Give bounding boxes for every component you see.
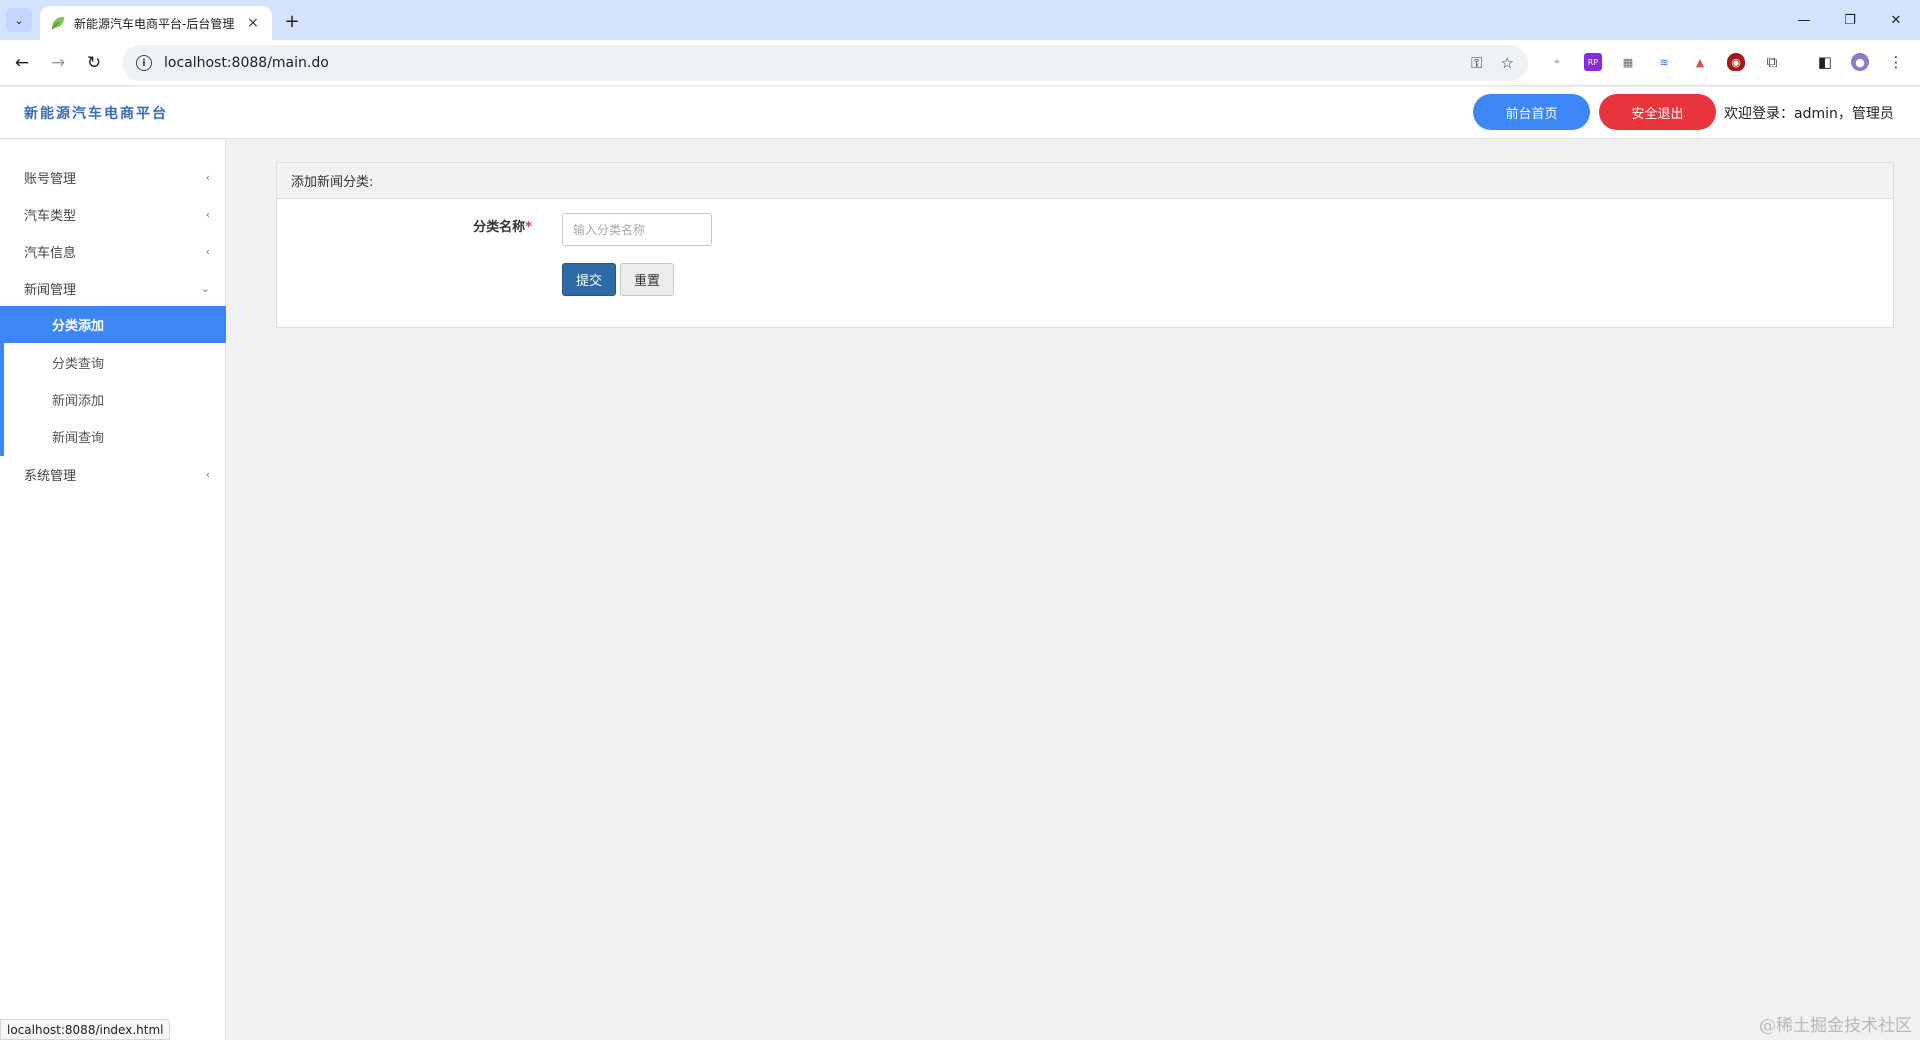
extension-layers-icon[interactable]: ≋ [1655,53,1673,71]
extension-rp-icon[interactable]: RP [1584,53,1602,71]
address-bar[interactable]: i localhost:8088/main.do ⚿ ☆ [122,45,1528,81]
bookmark-star-icon[interactable]: ☆ [1501,54,1514,72]
sidebar-item-label: 账号管理 [24,172,77,187]
sidebar-item-label: 系统管理 [24,469,77,484]
sidebar-subitem-news-add[interactable]: 新闻添加 [0,381,226,418]
extensions-puzzle-icon[interactable]: ⧉ [1763,53,1781,71]
extension-ublock-icon[interactable]: ◉ [1727,53,1745,71]
add-category-panel: 添加新闻分类: 分类名称* 提交 重置 [276,162,1894,328]
chevron-left-icon: ‹ [205,208,210,221]
sidebar-item-label: 汽车类型 [24,209,77,224]
close-window-button[interactable]: ✕ [1882,8,1910,32]
sidebar-item-label: 新闻管理 [24,283,77,298]
panel-title: 添加新闻分类: [277,163,1893,199]
leaf-favicon-icon [51,17,64,30]
sidebar-item-news[interactable]: 新闻管理 ⌄ [0,270,226,307]
sidebar-subitem-category-query[interactable]: 分类查询 [0,344,226,381]
welcome-text: 欢迎登录：admin，管理员 [1724,106,1894,122]
sidebar-subitem-news-query[interactable]: 新闻查询 [0,418,226,455]
sidebar-item-system[interactable]: 系统管理 ‹ [0,456,226,493]
status-bar-url: localhost:8088/index.html [0,1019,171,1040]
brand-title[interactable]: 新能源汽车电商平台 [24,103,168,123]
extension-grid-icon[interactable]: ▦ [1619,53,1637,71]
sidebar-item-car-info[interactable]: 汽车信息 ‹ [0,233,226,270]
frontend-home-button[interactable]: 前台首页 [1473,94,1590,130]
restore-button[interactable]: ❐ [1836,8,1864,32]
extension-cursor-icon[interactable]: ⌖ [1548,53,1566,71]
browser-tab-bar: ⌄ 新能源汽车电商平台-后台管理 × + — ❐ ✕ [0,0,1920,40]
chevron-down-icon: ⌄ [200,282,210,295]
app-header: 新能源汽车电商平台 前台首页 安全退出 欢迎登录：admin，管理员 [0,87,1920,139]
password-key-icon[interactable]: ⚿ [1471,54,1482,72]
sidebar-item-account[interactable]: 账号管理 ‹ [0,159,226,196]
reload-icon[interactable]: ↻ [82,51,106,75]
submit-button[interactable]: 提交 [562,263,616,296]
profile-avatar-icon[interactable]: ● [1851,53,1869,71]
tab-list-button[interactable]: ⌄ [6,8,32,32]
sidebar-item-label: 汽车信息 [24,246,77,261]
minimize-button[interactable]: — [1790,8,1818,32]
chevron-left-icon: ‹ [205,245,210,258]
chevron-left-icon: ‹ [205,171,210,184]
url-text[interactable]: localhost:8088/main.do [164,55,1453,71]
tab-close-icon[interactable]: × [244,15,262,31]
chevron-left-icon: ‹ [205,468,210,481]
forward-arrow-icon[interactable]: → [46,51,70,75]
sidebar-item-car-type[interactable]: 汽车类型 ‹ [0,196,226,233]
required-mark: * [525,220,532,235]
category-name-label: 分类名称* [473,220,532,235]
tab-title: 新能源汽车电商平台-后台管理 [74,16,235,31]
back-arrow-icon[interactable]: ← [10,51,34,75]
new-tab-button[interactable]: + [280,9,304,33]
watermark: @稀土掘金技术社区 [1759,1016,1912,1036]
sidebar: 账号管理 ‹ 汽车类型 ‹ 汽车信息 ‹ 新闻管理 ⌄ 分类添加 分类查询 新闻… [0,140,226,1040]
browser-tab[interactable]: 新能源汽车电商平台-后台管理 × [40,6,272,40]
site-info-icon[interactable]: i [136,55,152,71]
side-panel-icon[interactable]: ◧ [1816,53,1834,71]
more-menu-icon[interactable]: ⋮ [1887,53,1905,71]
reset-button[interactable]: 重置 [620,263,674,296]
sidebar-subitem-category-add[interactable]: 分类添加 [0,306,226,343]
extension-warning-icon[interactable]: ▲ [1691,53,1709,71]
category-name-input[interactable] [562,213,712,246]
logout-button[interactable]: 安全退出 [1599,94,1716,130]
